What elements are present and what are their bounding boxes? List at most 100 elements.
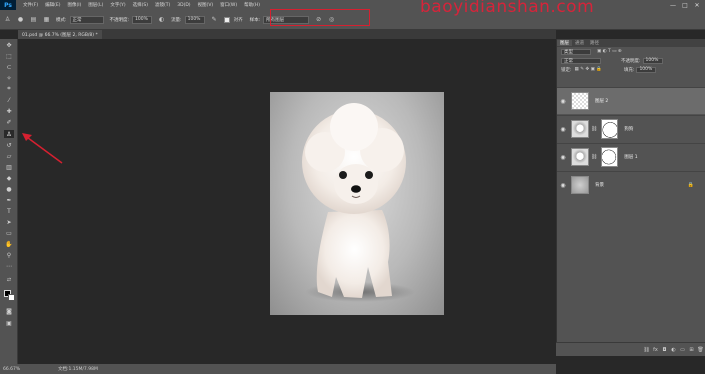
aligned-checkbox[interactable] bbox=[223, 16, 230, 23]
menu-help[interactable]: 帮助(H) bbox=[244, 2, 260, 8]
menu-file[interactable]: 文件(F) bbox=[23, 2, 38, 8]
lasso-tool-icon[interactable]: ⊂ bbox=[4, 63, 14, 71]
link-layers-icon[interactable]: ⛓ bbox=[642, 347, 651, 353]
menu-layer[interactable]: 图层(L) bbox=[88, 2, 103, 8]
minimize-button[interactable]: — bbox=[667, 0, 679, 10]
clone-stamp-tool-icon[interactable]: ♙ bbox=[4, 130, 14, 138]
visibility-eye-icon[interactable]: ◉ bbox=[557, 154, 569, 161]
visibility-eye-icon[interactable]: ◉ bbox=[557, 182, 569, 189]
move-tool-icon[interactable]: ✥ bbox=[4, 41, 14, 49]
flow-label: 流量: bbox=[171, 17, 182, 23]
layer-thumbnail bbox=[571, 92, 589, 110]
brush-settings-icon[interactable]: ▤ bbox=[30, 16, 37, 23]
quick-mask-icon[interactable]: ◙ bbox=[4, 307, 14, 315]
menu-view[interactable]: 视图(V) bbox=[198, 2, 214, 8]
marquee-tool-icon[interactable]: ⬚ bbox=[4, 52, 14, 60]
layer-row-layer1[interactable]: ◉ ⛓ 图层 1 bbox=[557, 143, 705, 170]
document-image[interactable] bbox=[270, 92, 444, 315]
layers-panel: 图层 通道 路径 类型 ▣ ◐ T ▭ ⊕ 正常 不透明度: 100% 锁定: … bbox=[556, 39, 705, 356]
menu-window[interactable]: 窗口(W) bbox=[220, 2, 237, 8]
airbrush-icon[interactable]: ✎ bbox=[211, 16, 218, 23]
lock-icons[interactable]: ▦ ✎ ✥ ▣ 🔒 bbox=[575, 67, 602, 72]
flow-field[interactable]: 100% bbox=[184, 15, 205, 24]
eraser-tool-icon[interactable]: ▱ bbox=[4, 152, 14, 160]
canvas-area[interactable] bbox=[18, 39, 556, 364]
panel-tabs: 图层 通道 路径 bbox=[557, 39, 705, 47]
layer-name[interactable]: 狗狗 bbox=[624, 126, 633, 132]
layer-name[interactable]: 图层 2 bbox=[595, 98, 608, 104]
menu-edit[interactable]: 编辑(E) bbox=[45, 2, 60, 8]
filter-kind-dropdown[interactable]: 类型 bbox=[561, 48, 591, 55]
clone-stamp-tool-icon[interactable]: ♙ bbox=[4, 16, 11, 23]
tab-paths[interactable]: 路径 bbox=[587, 40, 602, 46]
gradient-tool-icon[interactable]: ▥ bbox=[4, 163, 14, 171]
brush-preset-icon[interactable]: ● bbox=[17, 16, 24, 23]
fill-field[interactable]: 100% bbox=[636, 66, 657, 73]
group-icon[interactable]: ▭ bbox=[678, 347, 687, 353]
lock-icon: 🔒 bbox=[687, 182, 694, 188]
hand-tool-icon[interactable]: ✋ bbox=[4, 240, 14, 248]
status-bar: 66.67% 文档:1.15M/7.98M bbox=[0, 364, 556, 374]
tab-channels[interactable]: 通道 bbox=[572, 40, 587, 46]
new-layer-icon[interactable]: ⊞ bbox=[687, 347, 696, 353]
menu-image[interactable]: 图像(I) bbox=[67, 2, 81, 8]
layer-opacity-field[interactable]: 100% bbox=[642, 57, 663, 64]
adjustment-layer-icon[interactable]: ◐ bbox=[669, 347, 678, 353]
brush-tool-icon[interactable]: ✐ bbox=[4, 118, 14, 126]
menu-select[interactable]: 选择(S) bbox=[133, 2, 148, 8]
layer-mask-thumbnail[interactable] bbox=[601, 119, 619, 139]
document-tab-bar: 01.psd @ 66.7% (图层 2, RGB/8) * bbox=[18, 30, 556, 39]
close-button[interactable]: ✕ bbox=[691, 0, 703, 10]
shape-tool-icon[interactable]: ▭ bbox=[4, 229, 14, 237]
zoom-level[interactable]: 66.67% bbox=[0, 367, 40, 372]
more-tools-icon[interactable]: ⋯ bbox=[4, 262, 14, 270]
swap-colors-icon[interactable]: ⇄ bbox=[4, 276, 14, 284]
menu-filter[interactable]: 滤镜(T) bbox=[155, 2, 170, 8]
menu-3d[interactable]: 3D(D) bbox=[177, 3, 190, 8]
quick-select-tool-icon[interactable]: ✧ bbox=[4, 74, 14, 82]
layer-name[interactable]: 背景 bbox=[595, 182, 604, 188]
maximize-button[interactable]: □ bbox=[679, 0, 691, 10]
red-pointer-arrow bbox=[22, 133, 63, 164]
opacity-label: 不透明度: bbox=[109, 17, 130, 23]
layer-style-icon[interactable]: fx bbox=[651, 347, 660, 353]
layer-mask-thumbnail[interactable] bbox=[601, 147, 619, 167]
menu-type[interactable]: 文字(Y) bbox=[110, 2, 125, 8]
visibility-eye-icon[interactable]: ◉ bbox=[557, 98, 569, 105]
layer-thumbnail bbox=[571, 148, 589, 166]
path-select-tool-icon[interactable]: ➤ bbox=[4, 218, 14, 226]
blend-mode-dropdown[interactable]: 正常 bbox=[561, 57, 601, 64]
link-icon[interactable]: ⛓ bbox=[591, 126, 597, 132]
tab-layers[interactable]: 图层 bbox=[557, 40, 572, 46]
tools-panel: ✥ ⬚ ⊂ ✧ ⌗ ⁄ ✚ ✐ ♙ ↺ ▱ ▥ ◆ ● ✒ T ➤ ▭ ✋ ⚲ … bbox=[0, 39, 18, 364]
visibility-eye-icon[interactable]: ◉ bbox=[557, 126, 569, 133]
layer-name[interactable]: 图层 1 bbox=[624, 154, 637, 160]
add-mask-icon[interactable]: ◘ bbox=[660, 347, 669, 353]
layer-row-dog[interactable]: ◉ ⛓ 狗狗 bbox=[557, 115, 705, 142]
blend-row: 正常 不透明度: 100% bbox=[557, 56, 705, 65]
layer-row-background[interactable]: ◉ 背景 🔒 bbox=[557, 171, 705, 198]
mode-dropdown[interactable]: 正常 bbox=[69, 15, 104, 24]
opacity-label: 不透明度: bbox=[621, 58, 641, 64]
link-icon[interactable]: ⛓ bbox=[591, 154, 597, 160]
document-tab[interactable]: 01.psd @ 66.7% (图层 2, RGB/8) * bbox=[18, 30, 102, 39]
clone-source-icon[interactable]: ▦ bbox=[43, 16, 50, 23]
lock-label: 锁定: bbox=[561, 67, 572, 73]
screen-mode-icon[interactable]: ▣ bbox=[4, 319, 14, 327]
pressure-opacity-icon[interactable]: ◐ bbox=[158, 16, 165, 23]
blur-tool-icon[interactable]: ◆ bbox=[4, 174, 14, 182]
opacity-field[interactable]: 100% bbox=[132, 15, 153, 24]
history-brush-tool-icon[interactable]: ↺ bbox=[4, 141, 14, 149]
background-color-swatch[interactable] bbox=[8, 294, 15, 301]
layer-row-layer2[interactable]: ◉ 图层 2 bbox=[557, 87, 705, 114]
dodge-tool-icon[interactable]: ● bbox=[4, 185, 14, 193]
layer-thumbnail bbox=[571, 176, 589, 194]
type-tool-icon[interactable]: T bbox=[4, 207, 14, 215]
crop-tool-icon[interactable]: ⌗ bbox=[4, 85, 14, 93]
healing-brush-tool-icon[interactable]: ✚ bbox=[4, 107, 14, 115]
zoom-tool-icon[interactable]: ⚲ bbox=[4, 251, 14, 259]
pen-tool-icon[interactable]: ✒ bbox=[4, 196, 14, 204]
delete-layer-icon[interactable]: 🗑 bbox=[696, 347, 705, 353]
eyedropper-tool-icon[interactable]: ⁄ bbox=[4, 96, 14, 104]
filter-icons[interactable]: ▣ ◐ T ▭ ⊕ bbox=[597, 49, 622, 54]
